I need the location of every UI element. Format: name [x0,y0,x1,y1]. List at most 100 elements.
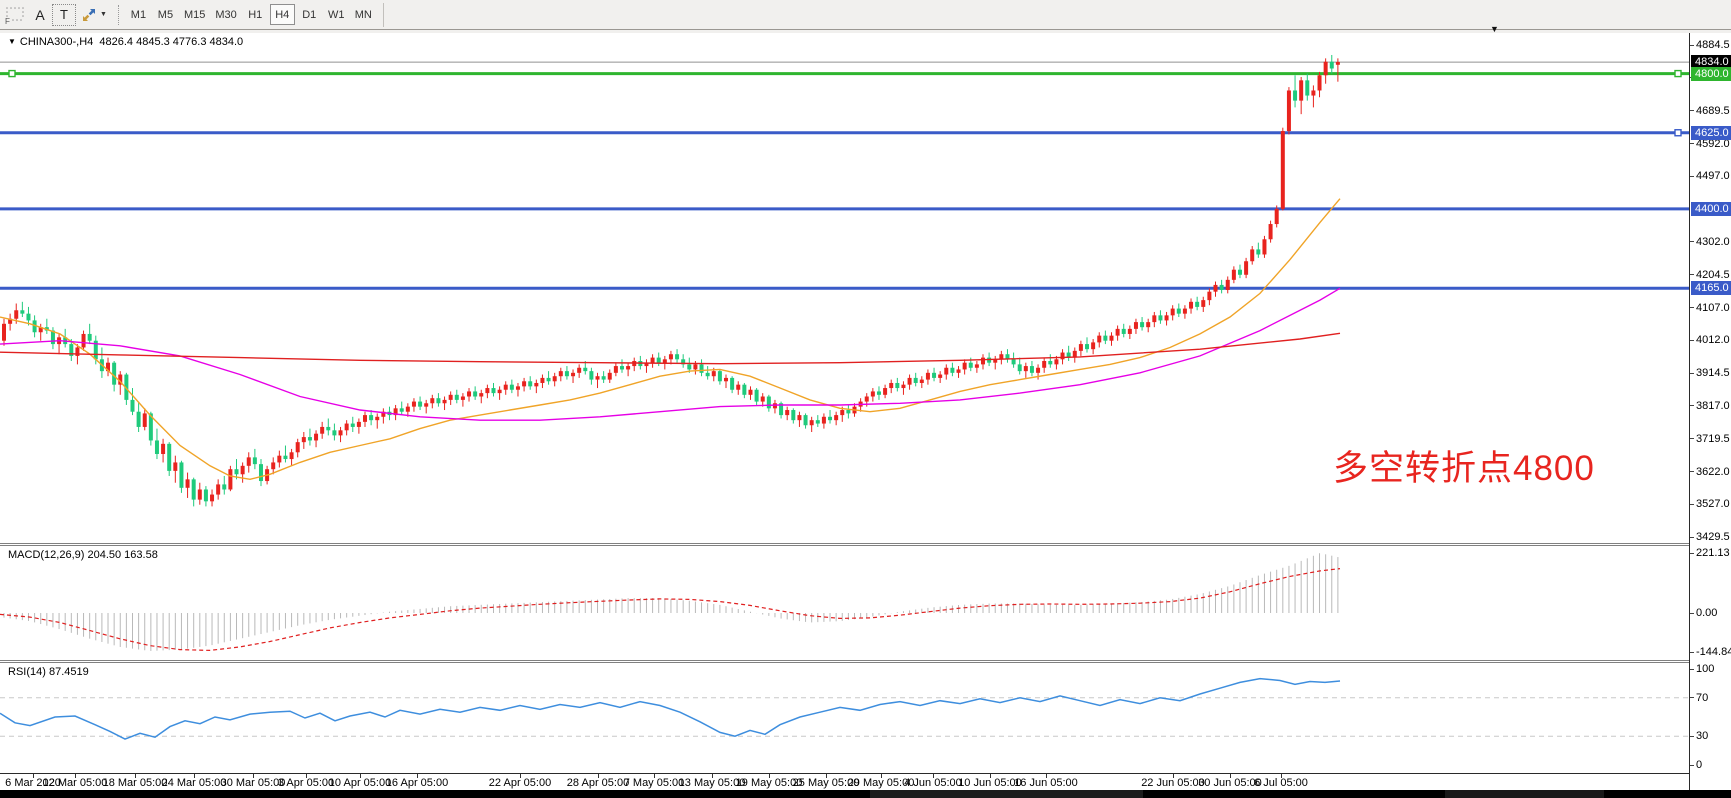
candle-body [804,415,808,425]
annotation-text[interactable]: 多空转折点4800 [1333,440,1595,491]
candle-body [730,378,734,390]
macd-panel[interactable]: MACD(12,26,9) 204.50 163.58 [0,546,1689,660]
ma-fast-orange[interactable] [0,199,1340,480]
candle-body [1244,261,1248,275]
time-axis-label: 12 Mar 05:00 [43,777,108,789]
candle-body [914,378,918,383]
text-label-button[interactable]: T [52,4,76,26]
taskbar-segment [1445,790,1604,798]
candle-body [283,456,287,459]
candle-body [528,381,532,386]
candle-body [186,479,190,487]
candle-body [559,371,563,376]
candle-body [663,359,667,362]
time-axis-label: 3 Apr 05:00 [278,777,334,789]
timeframe-button-m15[interactable]: M15 [180,4,209,25]
candle-body [1128,329,1132,334]
time-axis-label: 10 Apr 05:00 [329,777,391,789]
candle-body [608,373,612,380]
candle-body [920,380,924,383]
candle-body [1024,366,1028,371]
candle-body [553,376,557,381]
time-axis-label: 4 Jun 05:00 [904,777,962,789]
timeframe-button-h4[interactable]: H4 [270,4,295,25]
candle-body [926,373,930,380]
price-axis-label: 4302.0 [1696,236,1730,248]
candle-body [938,375,942,378]
candle-body [932,373,936,378]
line-anchor-handle[interactable] [1675,71,1681,77]
candle-body [296,442,300,452]
candle-body [1079,344,1083,351]
timeframe-button-m5[interactable]: M5 [153,4,178,25]
candle-body [761,397,765,402]
candle-body [693,364,697,369]
toolbar-separator-2 [383,3,384,27]
taskbar-edge [0,790,1731,798]
price-badge: 4165.0 [1691,281,1731,295]
rsi-axis-tick [1690,669,1694,670]
candle-body [424,403,428,406]
price-axis-label: 3527.0 [1696,498,1730,510]
candle-body [210,495,214,502]
candle-body [981,358,985,365]
candle-body [1195,302,1199,307]
timeframe-button-mn[interactable]: MN [351,4,376,25]
candle-body [516,386,520,389]
line-anchor-handle[interactable] [1675,130,1681,136]
candle-body [1183,309,1187,314]
price-badge: 4400.0 [1691,202,1731,216]
time-axis[interactable]: 6 Mar 202012 Mar 05:0018 Mar 05:0024 Mar… [0,773,1689,790]
price-axis-tick [1690,471,1694,472]
candle-body [1324,62,1328,76]
rsi-panel[interactable]: RSI(14) 87.4519 [0,663,1689,773]
candle-body [1171,309,1175,316]
candle-body [742,385,746,395]
toolbar-dock-handle-icon[interactable]: F [4,5,24,25]
price-axis[interactable]: 4884.54787.04689.54592.04497.04302.04204… [1689,33,1731,790]
candle-body [155,440,159,454]
timeframe-button-d1[interactable]: D1 [297,4,322,25]
candle-body [1134,322,1138,329]
arrow-styles-button[interactable]: ▼ [76,4,112,26]
candle-body [816,420,820,423]
line-anchor-handle[interactable] [9,71,15,77]
time-axis-label: 28 Apr 05:00 [567,777,629,789]
chart-shift-marker-icon[interactable]: ▼ [1490,24,1499,34]
font-button[interactable]: A [28,4,52,26]
price-axis-tick [1690,373,1694,374]
candle-body [130,400,134,412]
timeframe-button-m30[interactable]: M30 [211,4,240,25]
timeframe-button-m1[interactable]: M1 [126,4,151,25]
main-chart-panel[interactable]: ▼CHINA300-,H4 4826.4 4845.3 4776.3 4834.… [0,33,1689,543]
rsi-line [0,679,1340,740]
candle-body [222,484,226,489]
candle-body [657,358,661,363]
candle-body [137,412,141,427]
candle-body [369,415,373,420]
candle-body [375,417,379,420]
price-axis-label: 4689.5 [1696,105,1730,117]
candle-body [253,457,257,464]
candle-body [259,464,263,481]
candle-body [547,378,551,381]
candle-body [724,378,728,381]
timeframe-button-h1[interactable]: H1 [243,4,268,25]
candle-body [228,469,232,489]
candle-body [712,371,716,376]
candle-body [1281,131,1285,209]
candle-body [1232,270,1236,280]
symbol-collapse-icon[interactable]: ▼ [8,37,16,46]
candle-body [583,368,587,371]
candle-body [179,462,183,487]
candle-body [14,310,18,318]
candle-body [1256,249,1260,254]
candle-body [173,462,177,470]
candle-body [1220,285,1224,290]
time-axis-label: 18 Mar 05:00 [103,777,168,789]
candle-body [834,415,838,420]
candle-body [277,456,281,463]
timeframe-button-w1[interactable]: W1 [324,4,349,25]
price-axis-tick [1690,307,1694,308]
candle-body [969,363,973,368]
